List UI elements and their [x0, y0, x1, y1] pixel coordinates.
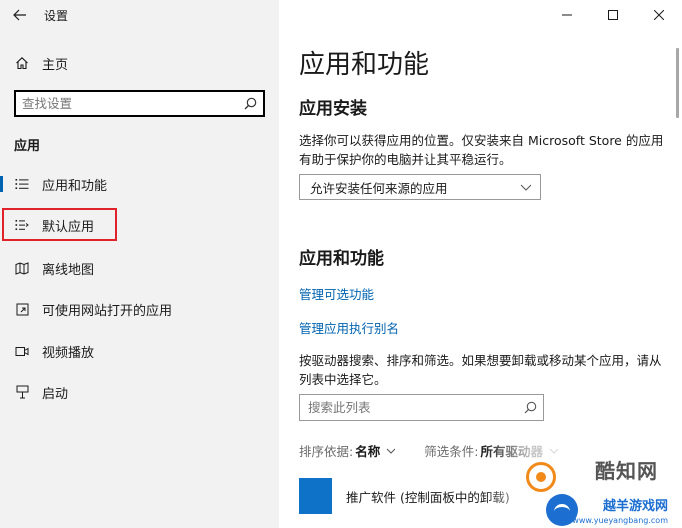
window-title: 设置 [44, 8, 69, 23]
close-icon [654, 10, 664, 20]
sidebar-item-startup[interactable]: 启动 [0, 377, 279, 407]
search-icon[interactable] [237, 97, 263, 110]
sidebar-item-default-apps[interactable]: 默认应用 [0, 210, 279, 240]
sort-filter-row: 排序依据: 名称 筛选条件: 所有驱动器 [299, 441, 587, 460]
sidebar-item-label: 应用和功能 [42, 178, 108, 194]
manage-app-execution-aliases-link[interactable]: 管理应用执行别名 [299, 318, 399, 337]
sort-by-value[interactable]: 名称 [355, 441, 380, 460]
window-controls [544, 0, 682, 30]
sidebar: 设置 主页 应用 应用和功能 [0, 0, 279, 528]
app-source-dropdown[interactable]: 允许安装任何来源的应用 [299, 174, 541, 200]
default-apps-icon [14, 217, 30, 233]
chevron-down-icon [520, 184, 532, 191]
app-list-search-box[interactable] [299, 394, 544, 421]
sidebar-item-home[interactable]: 主页 [0, 50, 279, 76]
title-bar: 设置 [0, 0, 279, 30]
sort-by-label: 排序依据: [299, 444, 354, 459]
app-source-dropdown-value: 允许安装任何来源的应用 [310, 180, 448, 196]
sidebar-item-apps-features[interactable]: 应用和功能 [0, 169, 279, 199]
filter-by-label: 筛选条件: [424, 444, 479, 459]
offline-map-icon [14, 260, 30, 276]
app-list-item[interactable]: 推广软件 (控制面板中的卸载) [299, 476, 669, 516]
app-list-search-input[interactable] [300, 400, 517, 415]
close-button[interactable] [636, 0, 682, 30]
chevron-down-icon[interactable] [386, 448, 396, 454]
manage-optional-features-link[interactable]: 管理可选功能 [299, 284, 374, 303]
settings-search-input[interactable] [16, 96, 237, 111]
settings-search-box[interactable] [14, 90, 265, 117]
maximize-button[interactable] [590, 0, 636, 30]
maximize-icon [608, 10, 618, 20]
apps-list-icon [14, 176, 30, 192]
app-icon [299, 478, 332, 514]
sidebar-item-label: 启动 [42, 386, 69, 402]
minimize-button[interactable] [544, 0, 590, 30]
chevron-down-icon[interactable] [549, 448, 559, 454]
scrollbar-thumb[interactable] [676, 48, 679, 118]
video-playback-icon [14, 343, 30, 359]
home-label: 主页 [42, 57, 69, 73]
sidebar-item-label: 默认应用 [42, 219, 95, 235]
apps-for-websites-icon [14, 301, 30, 317]
minimize-icon [562, 14, 572, 16]
page-title: 应用和功能 [299, 50, 430, 80]
app-name: 推广软件 (控制面板中的卸载) [346, 489, 510, 505]
startup-icon [14, 384, 30, 400]
search-icon[interactable] [517, 401, 543, 414]
sidebar-section-title: 应用 [14, 139, 41, 154]
sidebar-item-apps-for-websites[interactable]: 可使用网站打开的应用 [0, 294, 279, 324]
sidebar-item-label: 可使用网站打开的应用 [42, 303, 173, 319]
back-arrow-icon [13, 9, 26, 21]
filter-by-value[interactable]: 所有驱动器 [480, 441, 543, 460]
sidebar-item-offline-maps[interactable]: 离线地图 [0, 253, 279, 283]
main-content: 应用和功能 应用安装 选择你可以获得应用的位置。仅安装来自 Microsoft … [279, 0, 682, 528]
back-button[interactable] [0, 0, 40, 30]
apps-features-description: 按驱动器搜索、排序和筛选。如果想要卸载或移动某个应用，请从列表中选择它。 [299, 353, 662, 387]
sidebar-item-label: 离线地图 [42, 262, 95, 278]
sidebar-item-video-playback[interactable]: 视频播放 [0, 336, 279, 366]
app-install-heading: 应用安装 [299, 99, 367, 119]
sidebar-item-label: 视频播放 [42, 345, 95, 361]
apps-features-heading: 应用和功能 [299, 249, 384, 269]
home-icon [14, 55, 30, 71]
app-install-description: 选择你可以获得应用的位置。仅安装来自 Microsoft Store 的应用有助… [299, 133, 664, 167]
